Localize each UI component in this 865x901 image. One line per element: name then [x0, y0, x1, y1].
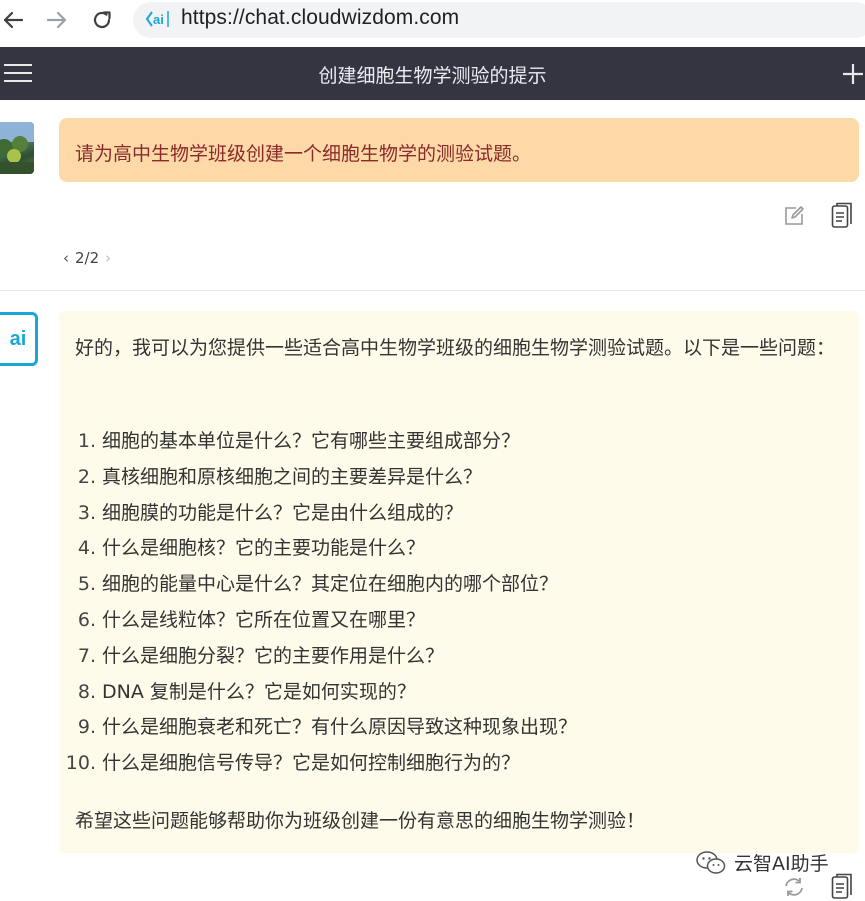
list-item-text: 细胞的基本单位是什么？它有哪些主要组成部分？ — [102, 430, 521, 452]
list-item: 7. 什么是细胞分裂？它的主要作用是什么？ — [58, 639, 848, 675]
list-item: 10. 什么是细胞信号传导？它是如何控制细胞行为的？ — [58, 746, 848, 782]
url-text[interactable]: https://chat.cloudwizdom.com — [181, 6, 459, 30]
list-item-number: 7. — [77, 644, 96, 667]
message-divider — [0, 290, 865, 291]
wechat-logo-icon — [696, 850, 726, 876]
user-message-text: 请为高中生物学班级创建一个细胞生物学的测验试题。 — [75, 143, 532, 165]
list-item: 8. DNA 复制是什么？它是如何实现的？ — [58, 675, 848, 711]
pager-prev-icon[interactable]: ‹ — [63, 249, 69, 267]
edit-icon[interactable] — [783, 205, 805, 227]
list-item-text: DNA 复制是什么？它是如何实现的？ — [102, 680, 416, 703]
list-item-number: 3. — [77, 501, 96, 524]
list-item-number: 2. — [77, 465, 96, 488]
list-item-text: 真核细胞和原核细胞之间的主要差异是什么？ — [102, 465, 483, 488]
question-list: 1. 细胞的基本单位是什么？它有哪些主要组成部分？ 2. 真核细胞和原核细胞之间的主… — [58, 424, 848, 782]
svg-text:ai: ai — [153, 12, 164, 27]
assistant-closing-text: 希望这些问题能够帮助你为班级创建一份有意思的细胞生物学测验！ — [75, 810, 646, 832]
list-item: 5. 细胞的能量中心是什么？其定位在细胞内的哪个部位？ — [58, 567, 848, 603]
list-item: 1. 细胞的基本单位是什么？它有哪些主要组成部分？ — [58, 424, 848, 460]
list-item-number: 10. — [65, 752, 96, 775]
pager-label: 2/2 — [75, 249, 100, 267]
back-arrow-icon[interactable] — [0, 7, 26, 33]
list-item: 6. 什么是线粒体？它所在位置又在哪里？ — [58, 603, 848, 639]
assistant-avatar-text: ai — [9, 327, 27, 350]
browser-toolbar: ai https://chat.cloudwizdom.com — [0, 0, 865, 42]
list-item-text: 什么是细胞核？它的主要功能是什么？ — [102, 537, 426, 560]
list-item-text: 什么是线粒体？它所在位置又在哪里？ — [102, 608, 426, 631]
forward-arrow-icon[interactable] — [44, 7, 70, 33]
reload-icon[interactable] — [89, 7, 115, 33]
list-item-text: 什么是细胞信号传导？它是如何控制细胞行为的？ — [102, 752, 521, 775]
assistant-intro-text: 好的，我可以为您提供一些适合高中生物学班级的细胞生物学测验试题。以下是一些问题： — [75, 337, 836, 359]
plus-icon[interactable] — [842, 63, 864, 85]
site-logo-icon: ai — [145, 8, 172, 30]
user-avatar — [0, 122, 34, 174]
regenerate-icon[interactable] — [783, 876, 805, 898]
response-pager: ‹ 2/2 › — [63, 249, 111, 267]
list-item: 3. 细胞膜的功能是什么？它是由什么组成的？ — [58, 496, 848, 532]
copy-icon[interactable] — [831, 873, 853, 901]
list-item: 9. 什么是细胞衰老和死亡？有什么原因导致这种现象出现？ — [58, 710, 848, 746]
list-item-number: 1. — [77, 430, 96, 452]
list-item-text: 什么是细胞衰老和死亡？有什么原因导致这种现象出现？ — [102, 716, 578, 739]
copy-icon[interactable] — [831, 202, 853, 230]
list-item: 4. 什么是细胞核？它的主要功能是什么？ — [58, 531, 848, 567]
list-item-text: 细胞膜的功能是什么？它是由什么组成的？ — [102, 501, 464, 524]
app-header: 创建细胞生物学测验的提示 — [0, 47, 865, 100]
watermark-text: 云智AI助手 — [734, 853, 829, 875]
list-item-text: 细胞的能量中心是什么？其定位在细胞内的哪个部位？ — [102, 573, 559, 596]
list-item-number: 9. — [77, 716, 96, 739]
list-item: 2. 真核细胞和原核细胞之间的主要差异是什么？ — [58, 460, 848, 496]
list-item-text: 什么是细胞分裂？它的主要作用是什么？ — [102, 644, 445, 667]
assistant-avatar: ai — [0, 312, 38, 366]
conversation-title: 创建细胞生物学测验的提示 — [318, 65, 547, 87]
list-item-number: 4. — [77, 537, 96, 560]
list-item-number: 8. — [77, 680, 96, 703]
list-item-number: 6. — [77, 608, 96, 631]
pager-next-icon[interactable]: › — [105, 249, 111, 267]
list-item-number: 5. — [77, 573, 96, 596]
